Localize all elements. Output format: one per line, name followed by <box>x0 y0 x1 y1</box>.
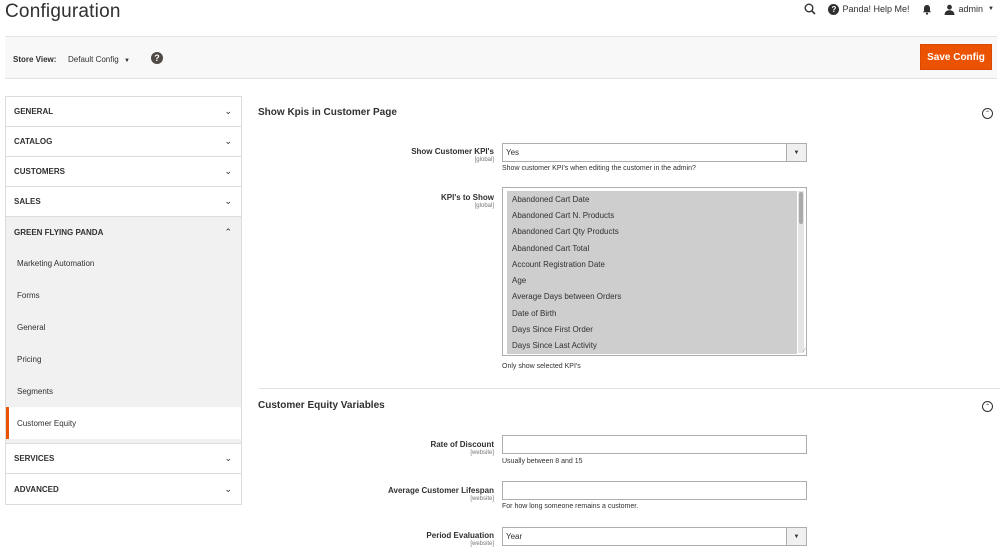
scope-label: [website] <box>470 541 494 547</box>
sidebar-item-segments[interactable]: Segments <box>6 375 241 407</box>
chevron-up-icon: ⌃ <box>224 226 232 237</box>
lifespan-note: For how long someone remains a customer. <box>502 503 639 510</box>
store-view-switcher[interactable]: Default Config ▼ <box>68 55 130 64</box>
scrollbar-thumb[interactable] <box>799 192 803 224</box>
save-config-button[interactable]: Save Config <box>920 44 992 70</box>
kpi-option[interactable]: Abandoned Cart N. Products <box>507 207 797 223</box>
header-actions: ? Panda! Help Me! admin ▼ <box>792 0 994 18</box>
discount-input[interactable] <box>502 435 807 454</box>
chevron-down-icon: ⌄ <box>224 106 232 116</box>
caret-down-icon: ▼ <box>988 6 994 12</box>
store-view-value: Default Config <box>68 55 119 64</box>
section-label: SALES <box>14 197 41 206</box>
chevron-down-icon: ⌄ <box>224 196 232 206</box>
kpis-options: Abandoned Cart Date Abandoned Cart N. Pr… <box>507 191 797 354</box>
help-link[interactable]: ? Panda! Help Me! <box>828 3 910 15</box>
scope-label: [global] <box>474 203 494 209</box>
section-label: ADVANCED <box>14 484 59 494</box>
kpis-list-label: KPI's to Show <box>440 193 494 202</box>
section-label: GREEN FLYING PANDA <box>14 227 104 237</box>
section-sales[interactable]: SALES ⌄ <box>6 187 241 217</box>
section-advanced[interactable]: ADVANCED ⌄ <box>6 474 241 504</box>
scope-label: [website] <box>470 450 494 456</box>
discount-label: Rate of Discount <box>430 440 494 449</box>
chevron-down-icon: ⌄ <box>224 453 232 463</box>
scope-label: [global] <box>474 157 494 163</box>
config-sidebar: GENERAL ⌄ CATALOG ⌄ CUSTOMERS ⌄ SALES ⌄ GREE… <box>5 96 242 505</box>
notifications-button[interactable] <box>922 4 932 15</box>
show-kpis-label: Show Customer KPI's <box>411 147 494 156</box>
section-services[interactable]: SERVICES ⌄ <box>6 444 241 474</box>
section-label: CUSTOMERS <box>14 167 65 176</box>
kpis-fieldset-title[interactable]: Show Kpis in Customer Page <box>258 107 397 118</box>
sidebar-item-marketing-automation[interactable]: Marketing Automation <box>6 247 241 279</box>
question-icon[interactable]: ? <box>151 52 163 64</box>
scrollbar[interactable] <box>798 191 804 353</box>
show-kpis-note: Show customer KPI's when editing the cus… <box>502 165 696 172</box>
panda-submenu: Marketing Automation Forms General Prici… <box>6 247 241 444</box>
period-select[interactable]: Year ▼ <box>502 527 807 546</box>
sidebar-item-customer-equity[interactable]: Customer Equity <box>6 407 241 439</box>
caret-down-icon: ▼ <box>123 58 130 64</box>
kpi-option[interactable]: Abandoned Cart Total <box>507 240 797 256</box>
kpi-option[interactable]: Abandoned Cart Qty Products <box>507 224 797 240</box>
section-green-flying-panda[interactable]: GREEN FLYING PANDA ⌃ <box>6 217 241 247</box>
section-customers[interactable]: CUSTOMERS ⌄ <box>6 157 241 187</box>
kpis-multiselect[interactable]: Abandoned Cart Date Abandoned Cart N. Pr… <box>502 187 807 356</box>
select-value: Yes <box>506 148 520 157</box>
kpi-option[interactable]: Abandoned Cart Date <box>507 191 797 207</box>
fieldset-divider <box>258 388 1000 389</box>
scope-label: [website] <box>470 496 494 502</box>
kpi-option[interactable]: Days Since First Order <box>507 321 797 337</box>
search-icon <box>804 3 817 15</box>
section-label: SERVICES <box>14 454 55 463</box>
sidebar-item-pricing[interactable]: Pricing <box>6 343 241 375</box>
help-label: Panda! Help Me! <box>842 4 910 14</box>
kpi-option[interactable]: Account Registration Date <box>507 256 797 272</box>
lifespan-label: Average Customer Lifespan <box>388 486 494 495</box>
chevron-down-icon: ⌄ <box>224 136 232 146</box>
caret-down-icon: ▼ <box>786 144 806 161</box>
section-catalog[interactable]: CATALOG ⌄ <box>6 127 241 157</box>
show-kpis-select[interactable]: Yes ▼ <box>502 143 807 162</box>
store-view-label: Store View: <box>13 55 57 64</box>
period-label: Period Evaluation <box>426 531 494 540</box>
chevron-down-icon: ⌄ <box>224 483 232 494</box>
user-name: admin <box>958 4 984 14</box>
section-label: CATALOG <box>14 137 53 146</box>
lifespan-input[interactable] <box>502 481 807 500</box>
store-view-bar: Store View: Default Config ▼ ? Save Conf… <box>5 36 997 79</box>
kpis-list-note: Only show selected KPI's <box>502 363 581 370</box>
sidebar-item-forms[interactable]: Forms <box>6 279 241 311</box>
equity-fieldset-title[interactable]: Customer Equity Variables <box>258 400 385 411</box>
collapse-icon[interactable]: ⌃ <box>982 401 993 412</box>
user-icon <box>944 4 955 15</box>
section-label: GENERAL <box>14 107 54 116</box>
collapse-icon[interactable]: ⌃ <box>982 108 993 119</box>
page-title: Configuration <box>5 1 121 22</box>
section-general[interactable]: GENERAL ⌄ <box>6 97 241 127</box>
caret-down-icon: ▼ <box>786 528 806 545</box>
kpi-option[interactable]: Average Days between Orders <box>507 289 797 305</box>
discount-note: Usually between 8 and 15 <box>502 458 583 465</box>
resize-handle-icon[interactable]: ∕ <box>804 348 805 354</box>
kpi-option[interactable]: Age <box>507 272 797 288</box>
kpi-option[interactable]: Days Since Last Activity <box>507 338 797 354</box>
kpi-option[interactable]: Date of Birth <box>507 305 797 321</box>
question-icon: ? <box>828 3 840 15</box>
user-menu[interactable]: admin ▼ <box>944 4 994 15</box>
bell-icon <box>922 4 931 15</box>
search-button[interactable] <box>804 3 817 15</box>
chevron-down-icon: ⌄ <box>224 166 232 176</box>
select-value: Year <box>506 532 523 541</box>
sidebar-item-general[interactable]: General <box>6 311 241 343</box>
